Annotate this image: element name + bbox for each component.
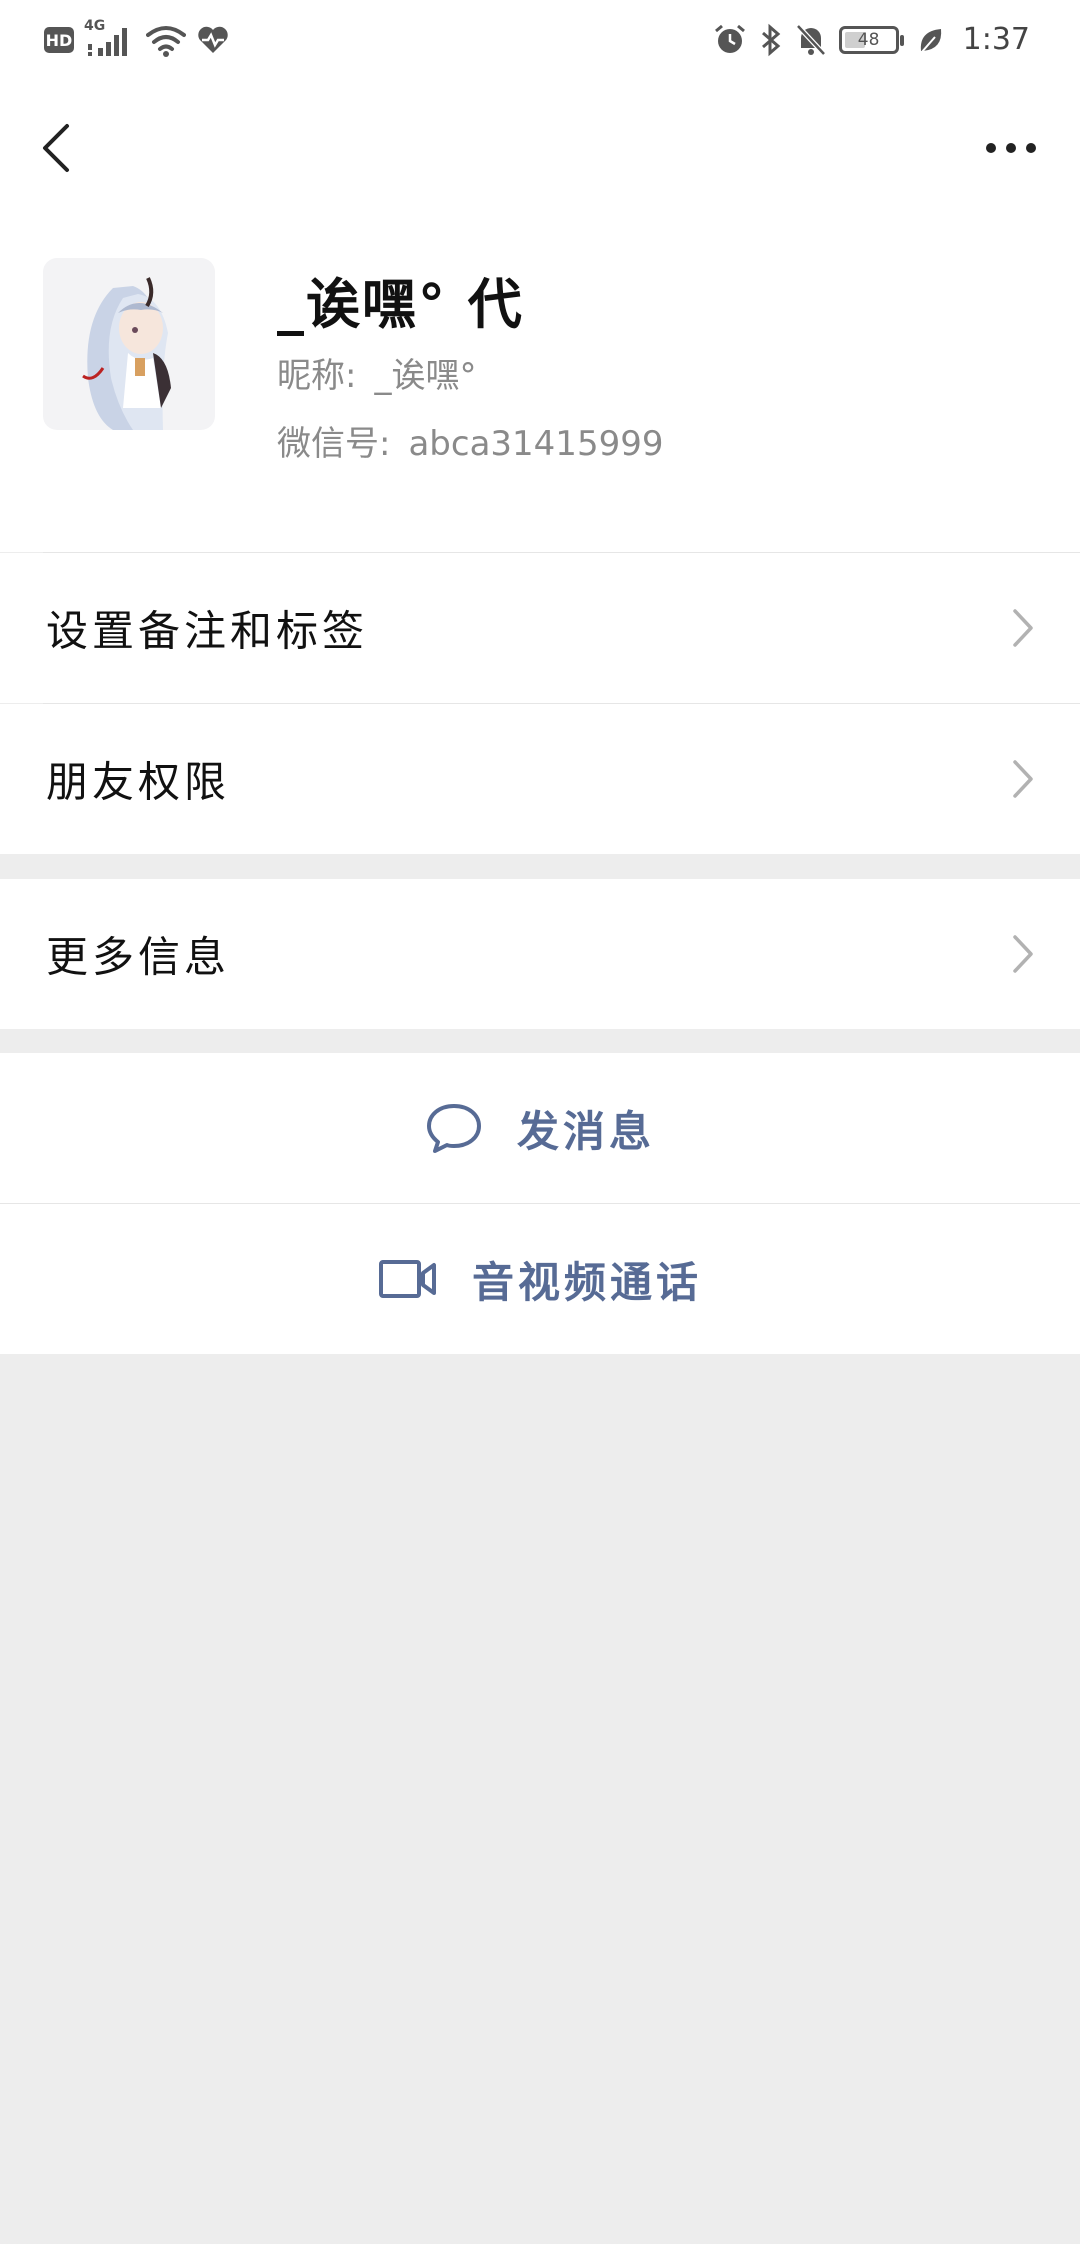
health-heart-icon [198, 26, 228, 53]
chevron-left-icon [43, 124, 69, 172]
leaf-icon [919, 28, 941, 54]
set-remark-row[interactable]: 设置备注和标签 [0, 553, 1080, 703]
video-camera-icon [378, 1260, 436, 1298]
nav-bar [0, 86, 1080, 210]
back-button[interactable] [28, 116, 84, 180]
send-message-label: 发消息 [516, 1106, 655, 1156]
alarm-icon [714, 24, 745, 53]
wechat-id-line: 微信号: abca31415999 [277, 416, 663, 465]
mute-bell-icon [795, 23, 826, 56]
bluetooth-icon [761, 23, 780, 56]
friend-permission-label: 朋友权限 [46, 757, 231, 807]
chevron-right-icon [1013, 609, 1033, 647]
wifi-icon [146, 26, 186, 57]
status-time: 1:37 [962, 22, 1030, 57]
signal-4g-icon: 4G [84, 18, 136, 58]
chat-bubble-icon [426, 1104, 481, 1153]
friend-permission-row[interactable]: 朋友权限 [0, 704, 1080, 854]
chevron-right-icon [1013, 935, 1033, 973]
status-right-group: 48 1:37 [713, 22, 1030, 57]
battery-level: 48 [857, 29, 880, 50]
status-bar: HD 4G 48 1:37 [0, 0, 1080, 86]
battery-icon: 48 [838, 25, 904, 54]
wechat-id-value: abca31415999 [408, 424, 664, 464]
wechat-id-label: 微信号: [277, 424, 391, 464]
profile-header: _诶嘿° 代 昵称: _诶嘿° 微信号: abca31415999 [0, 210, 1080, 552]
more-button[interactable] [976, 122, 1046, 174]
set-remark-label: 设置备注和标签 [46, 606, 369, 656]
status-left-group: HD 4G [44, 18, 230, 58]
video-call-label: 音视频通话 [471, 1257, 702, 1307]
display-name: _诶嘿° 代 [277, 273, 524, 336]
avatar[interactable] [43, 258, 215, 430]
nickname-value: _诶嘿° [374, 356, 477, 396]
more-info-row[interactable]: 更多信息 [0, 879, 1080, 1029]
more-dots-icon [986, 143, 1036, 153]
nickname-label: 昵称: [277, 356, 357, 396]
nickname-line: 昵称: _诶嘿° [277, 348, 476, 397]
video-call-button[interactable]: 音视频通话 [0, 1204, 1080, 1354]
chevron-right-icon [1013, 760, 1033, 798]
hd-icon: HD [44, 27, 74, 53]
more-info-label: 更多信息 [46, 932, 231, 982]
send-message-button[interactable]: 发消息 [0, 1053, 1080, 1203]
